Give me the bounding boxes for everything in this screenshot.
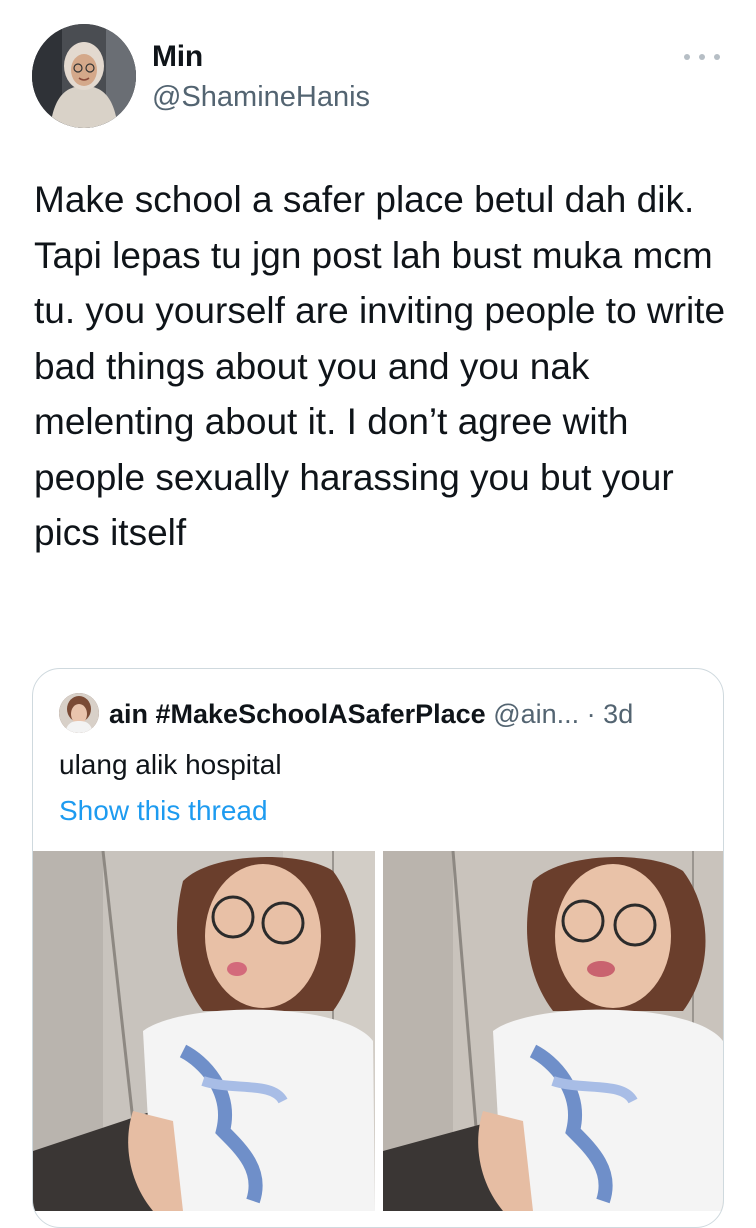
author-photo xyxy=(32,24,136,128)
quoted-handle[interactable]: @ain... xyxy=(493,699,579,729)
quoted-author-avatar[interactable] xyxy=(59,693,99,733)
tweet: Min @ShamineHanis Make school a safer pl… xyxy=(0,0,756,1228)
quoted-separator: · xyxy=(586,699,596,729)
quoted-photo-1[interactable] xyxy=(33,851,375,1211)
show-thread-link[interactable]: Show this thread xyxy=(59,795,268,827)
quoted-media xyxy=(33,851,723,1211)
more-dot xyxy=(714,54,720,60)
selfie-photo xyxy=(383,851,723,1211)
author-handle[interactable]: @ShamineHanis xyxy=(152,81,370,114)
author-display-name[interactable]: Min xyxy=(152,40,203,74)
quoted-text: ulang alik hospital xyxy=(59,749,282,780)
more-options-icon[interactable] xyxy=(680,44,724,70)
quoted-tweet[interactable]: ain #MakeSchoolASaferPlace @ain... · 3d … xyxy=(32,668,724,1228)
more-dot xyxy=(699,54,705,60)
selfie-photo xyxy=(33,851,375,1211)
quoted-display-name[interactable]: ain #MakeSchoolASaferPlace xyxy=(109,699,486,729)
quoted-header: ain #MakeSchoolASaferPlace @ain... · 3d xyxy=(109,699,633,730)
tweet-text: Make school a safer place betul dah dik.… xyxy=(34,179,726,553)
author-avatar[interactable] xyxy=(32,24,136,128)
quoted-author-photo xyxy=(59,693,99,733)
more-dot xyxy=(684,54,690,60)
quoted-timestamp[interactable]: 3d xyxy=(603,699,633,729)
quoted-photo-2[interactable] xyxy=(383,851,723,1211)
